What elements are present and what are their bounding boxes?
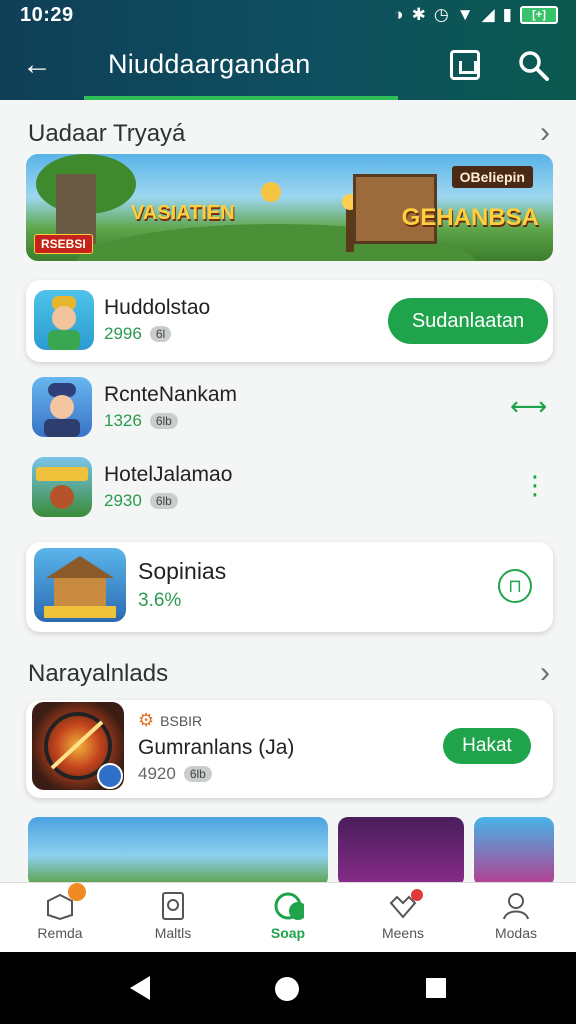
app-icon bbox=[34, 548, 126, 622]
status-bar: 10:29 ◑ ✱ ◷ ▼ ◢ ▮ [+] bbox=[0, 0, 576, 32]
app-icon bbox=[32, 377, 92, 437]
nav-label: Soap bbox=[270, 925, 306, 941]
sim-icon: ▮ bbox=[502, 5, 512, 24]
nav-label: Maltls bbox=[154, 925, 192, 941]
chevron-right-icon[interactable]: › bbox=[540, 116, 550, 150]
blade-icon bbox=[44, 712, 123, 789]
publisher-badge: ⚙ BSBIR bbox=[138, 710, 202, 731]
page-title: Niuddaargandan bbox=[108, 49, 311, 79]
back-arrow-icon[interactable]: ← bbox=[22, 46, 62, 86]
app-name: HotelJalamao bbox=[104, 463, 233, 486]
chevron-right-icon[interactable]: › bbox=[540, 656, 550, 690]
status-icons: ◑ ✱ ◷ ▼ ◢ ▮ [+] bbox=[393, 5, 558, 25]
more-options-icon[interactable]: ⋮ bbox=[522, 472, 548, 498]
games-icon bbox=[274, 892, 304, 920]
install-button[interactable]: Sudanlaatan bbox=[388, 298, 548, 344]
nav-item-meens[interactable]: Meens bbox=[363, 883, 443, 953]
bluetooth-icon: ✱ bbox=[411, 5, 426, 24]
banner-right-title: GEHANBSA bbox=[401, 204, 539, 231]
open-icon[interactable]: ⊓ bbox=[498, 569, 532, 603]
section-title: Uadaar Tryayá bbox=[28, 120, 186, 147]
app-card[interactable]: Huddolstao 2996 6l Sudanlaatan bbox=[26, 280, 553, 362]
alarm-icon: ◷ bbox=[433, 5, 449, 24]
featured-banner[interactable]: VASIATIEN GEHANBSA RSEBSI OBeliepin bbox=[26, 154, 553, 261]
app-meta: 3.6% bbox=[138, 590, 181, 612]
app-meta: 2930 6lb bbox=[104, 491, 178, 511]
app-rating: 4920 bbox=[138, 764, 176, 783]
nav-label: Modas bbox=[494, 925, 538, 941]
game-thumbnail[interactable] bbox=[338, 817, 464, 887]
app-size-pill: 6lb bbox=[149, 493, 178, 509]
app-name: Gumranlans (Ja) bbox=[138, 736, 295, 759]
nav-item-maltls[interactable]: Maltls bbox=[133, 883, 213, 953]
battery-icon: [+] bbox=[520, 6, 558, 24]
app-icon bbox=[32, 457, 92, 517]
featured-app-card[interactable]: ⚙ BSBIR Gumranlans (Ja) 4920 6lb Hakat bbox=[26, 700, 553, 798]
notification-badge bbox=[68, 883, 86, 901]
top-app-bar: 10:29 ◑ ✱ ◷ ▼ ◢ ▮ [+] ← Niuddaargandan bbox=[0, 0, 576, 100]
app-size-pill: 6lb bbox=[149, 413, 178, 429]
app-name: RcnteNankam bbox=[104, 383, 238, 406]
notification-dot bbox=[411, 889, 423, 901]
app-icon bbox=[34, 290, 94, 350]
app-size-pill: 6l bbox=[149, 326, 172, 342]
app-card[interactable]: Sopinias 3.6% ⊓ bbox=[26, 542, 553, 632]
app-rating: 3.6% bbox=[138, 590, 182, 611]
app-bar: ← Niuddaargandan bbox=[0, 32, 576, 100]
bottom-navigation: Remda Maltls Soap Meens Modas bbox=[0, 882, 576, 952]
wifi-icon: ▼ bbox=[456, 5, 474, 24]
profile-icon bbox=[503, 893, 529, 920]
tab-indicator bbox=[84, 96, 398, 100]
list-item[interactable]: HotelJalamao 2930 6lb ⋮ bbox=[26, 455, 553, 525]
game-art-icon bbox=[36, 467, 88, 509]
status-time: 10:29 bbox=[20, 4, 74, 26]
app-rating: 1326 bbox=[104, 411, 142, 430]
system-navigation-bar bbox=[0, 952, 576, 1024]
swap-arrows-icon[interactable]: ⟷ bbox=[510, 391, 547, 422]
banner-sign: OBeliepin bbox=[451, 166, 533, 188]
nav-label: Remda bbox=[37, 925, 83, 941]
section-title: Narayalnlads bbox=[28, 660, 169, 687]
back-triangle-icon[interactable] bbox=[126, 974, 154, 1002]
temple-icon bbox=[44, 556, 116, 618]
list-item[interactable]: RcnteNankam 1326 6lb ⟷ bbox=[26, 375, 553, 445]
recents-square-icon[interactable] bbox=[424, 976, 448, 1000]
app-name: Huddolstao bbox=[104, 296, 211, 319]
app-meta: 1326 6lb bbox=[104, 411, 178, 431]
home-circle-icon[interactable] bbox=[272, 974, 302, 1004]
character-icon bbox=[44, 383, 80, 437]
nav-item-modas[interactable]: Modas bbox=[476, 883, 556, 953]
vibrate-icon: ◑ bbox=[393, 5, 404, 24]
banner-left-title: VASIATIEN bbox=[131, 202, 235, 224]
app-meta: 4920 6lb bbox=[138, 764, 212, 784]
nav-item-soap[interactable]: Soap bbox=[248, 883, 328, 953]
app-meta: 2996 6l bbox=[104, 324, 172, 344]
document-icon bbox=[162, 892, 184, 920]
game-thumbnail[interactable] bbox=[474, 817, 554, 887]
gear-icon: ⚙ bbox=[138, 710, 155, 730]
app-name: Sopinias bbox=[138, 558, 227, 584]
game-thumbnail[interactable] bbox=[28, 817, 328, 887]
character-icon bbox=[48, 296, 80, 350]
nav-label: Meens bbox=[381, 925, 425, 941]
publisher-name: BSBIR bbox=[160, 712, 203, 729]
app-icon bbox=[32, 702, 124, 790]
library-icon[interactable] bbox=[450, 50, 480, 80]
search-icon[interactable] bbox=[516, 48, 552, 84]
signal-icon: ◢ bbox=[481, 5, 495, 24]
get-button[interactable]: Hakat bbox=[443, 728, 531, 764]
app-rating: 2996 bbox=[104, 324, 142, 343]
app-size-pill: 6lb bbox=[183, 766, 212, 782]
nav-item-remda[interactable]: Remda bbox=[20, 883, 100, 953]
banner-tag: RSEBSI bbox=[34, 234, 93, 254]
app-rating: 2930 bbox=[104, 491, 142, 510]
